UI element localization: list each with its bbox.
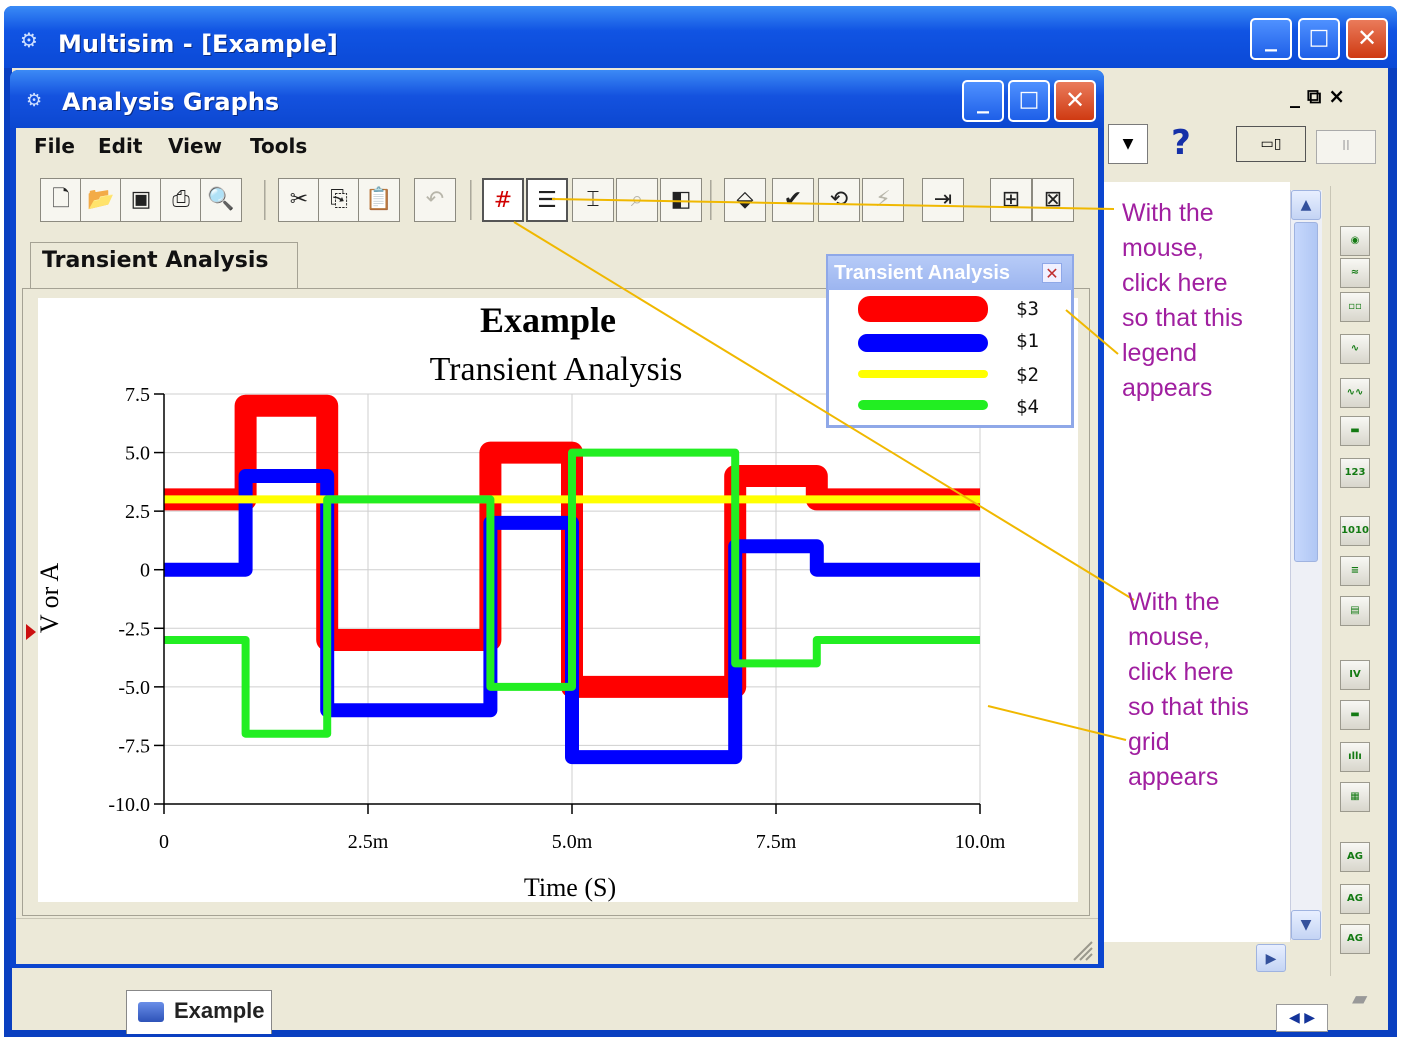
callout-line: click here bbox=[1128, 658, 1234, 686]
grid-callout-note: With the mouse, click here so that this … bbox=[1128, 585, 1249, 795]
callout-line: so that this bbox=[1128, 693, 1249, 721]
callout-line: grid bbox=[1128, 728, 1170, 756]
legend-callout-note: With the mouse, click here so that this … bbox=[1122, 196, 1243, 406]
callout-line: mouse, bbox=[1122, 234, 1204, 262]
callout-line: With the bbox=[1128, 588, 1220, 616]
callout-line: With the bbox=[1122, 199, 1214, 227]
callout-line: appears bbox=[1122, 374, 1213, 402]
callout-leader-lines bbox=[513, 198, 1135, 741]
callout-line: click here bbox=[1122, 269, 1228, 297]
callout-line: so that this bbox=[1122, 304, 1243, 332]
callout-line: appears bbox=[1128, 763, 1219, 791]
callout-line: legend bbox=[1122, 339, 1198, 367]
callout-line: mouse, bbox=[1128, 623, 1210, 651]
